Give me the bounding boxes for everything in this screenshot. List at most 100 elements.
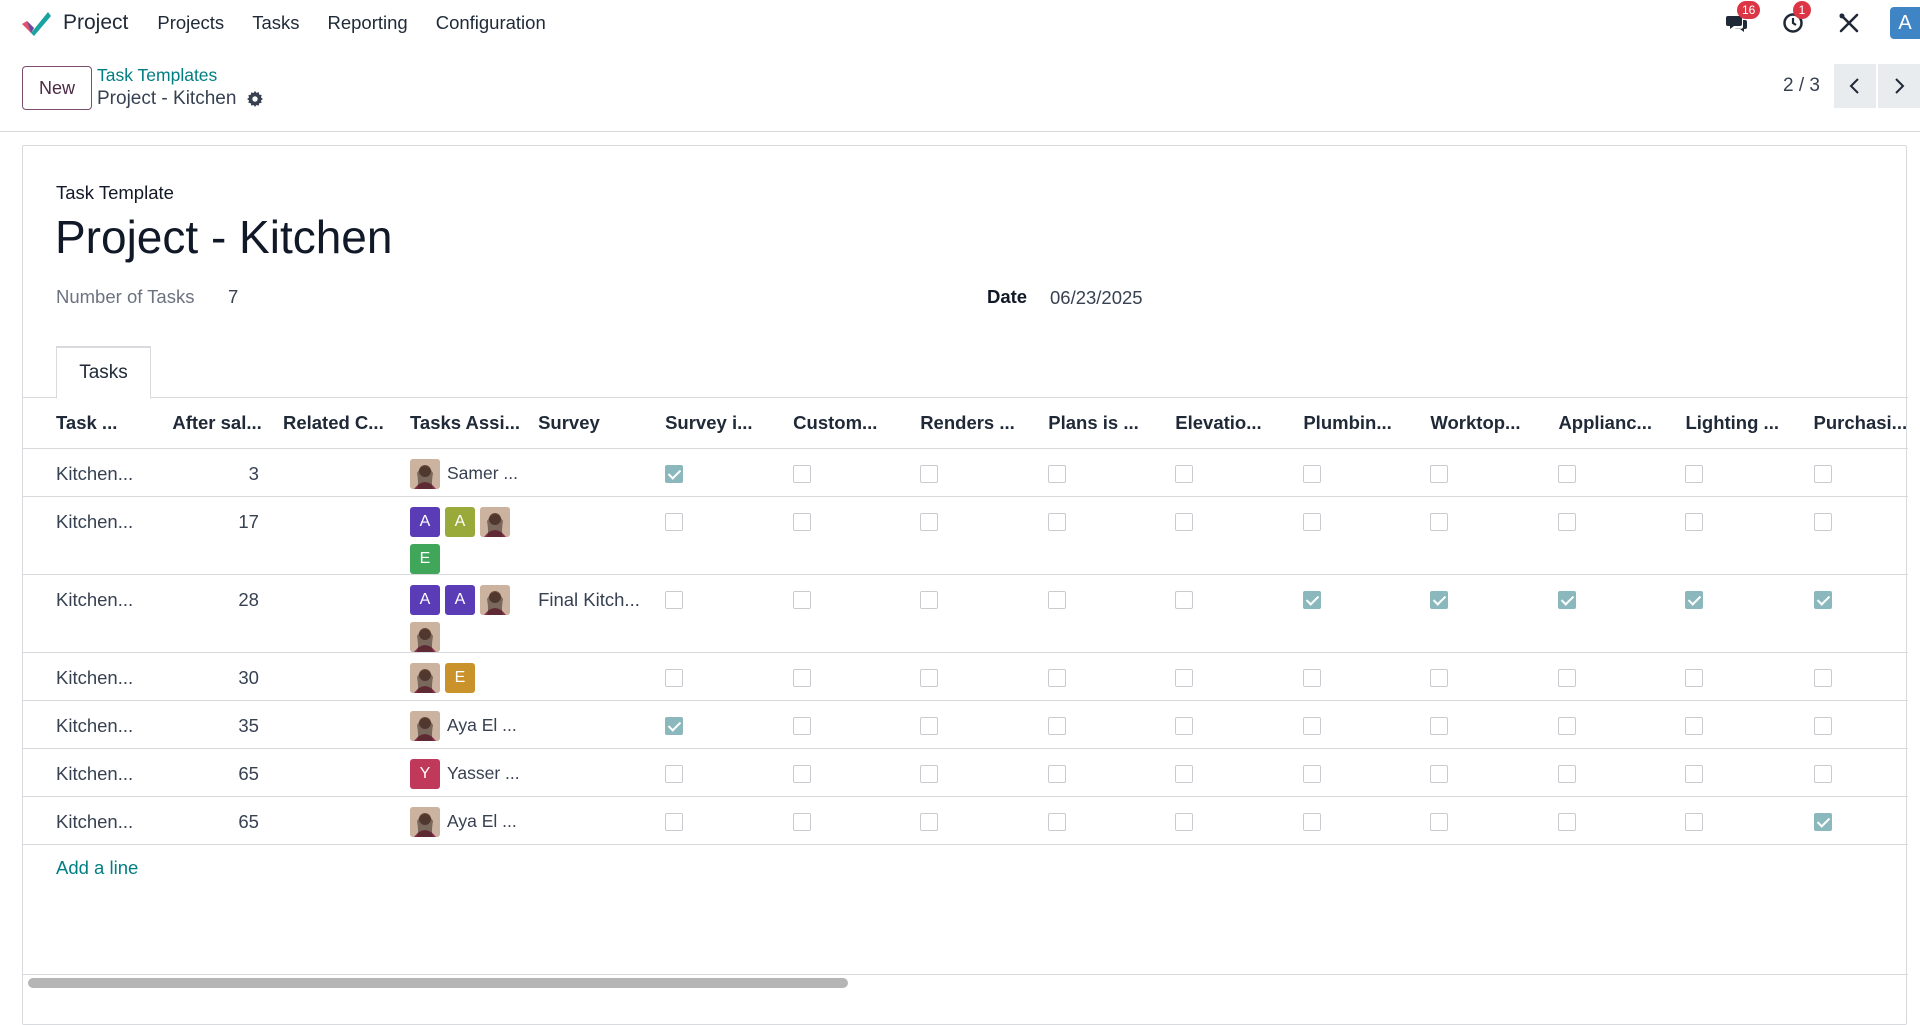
checkbox[interactable] — [1558, 764, 1577, 783]
survey-cell[interactable] — [528, 796, 656, 845]
checkbox-cell[interactable] — [1803, 796, 1908, 845]
checkbox[interactable] — [1430, 512, 1449, 531]
checkbox-cell[interactable] — [1548, 700, 1676, 749]
checkbox[interactable] — [1175, 464, 1194, 483]
checkbox-cell[interactable] — [1420, 700, 1549, 749]
checkbox-cell[interactable] — [1420, 574, 1549, 653]
checkbox[interactable] — [1048, 716, 1067, 735]
project-app-logo-icon[interactable] — [20, 8, 52, 38]
table-row[interactable]: Kitchen... 17 A A E — [23, 496, 1908, 575]
column-header[interactable]: Plans is ... — [1038, 398, 1166, 449]
checkbox[interactable] — [793, 512, 812, 531]
checkbox-cell[interactable] — [1165, 574, 1294, 653]
checkbox[interactable] — [1175, 668, 1194, 687]
column-header[interactable]: Tasks Assi... — [400, 398, 529, 449]
column-header[interactable]: Task ... — [23, 398, 163, 449]
assignees-cell[interactable]: Aya El ... — [400, 700, 529, 749]
checkbox[interactable] — [1558, 512, 1577, 531]
checkbox-cell[interactable] — [1420, 748, 1549, 797]
checkbox-checked[interactable] — [1430, 590, 1449, 609]
checkbox-cell[interactable] — [1038, 700, 1166, 749]
assignees-cell[interactable]: AAE — [400, 496, 529, 575]
column-header[interactable]: After sal... — [162, 398, 273, 449]
menu-configuration[interactable]: Configuration — [436, 12, 546, 34]
column-header[interactable]: Lighting ... — [1675, 398, 1804, 449]
checkbox[interactable] — [1303, 812, 1322, 831]
checkbox-cell[interactable] — [1038, 652, 1166, 701]
breadcrumb-task-templates-link[interactable]: Task Templates — [97, 65, 264, 86]
checkbox[interactable] — [793, 716, 812, 735]
pager-previous-button[interactable] — [1834, 64, 1876, 108]
checkbox[interactable] — [1685, 464, 1704, 483]
table-row[interactable]: Kitchen... 65 Y Yasser ... — [23, 748, 1908, 797]
column-header[interactable]: Renders ... — [910, 398, 1039, 449]
avatar[interactable] — [410, 710, 440, 741]
checkbox-cell[interactable] — [1548, 448, 1676, 497]
after-sale-cell[interactable]: 3 — [162, 448, 273, 497]
checkbox[interactable] — [1175, 512, 1194, 531]
survey-cell[interactable] — [528, 700, 656, 749]
related-cell[interactable] — [272, 496, 400, 575]
menu-reporting[interactable]: Reporting — [327, 12, 407, 34]
checkbox[interactable] — [793, 464, 812, 483]
checkbox[interactable] — [1685, 512, 1704, 531]
checkbox-cell[interactable] — [1420, 652, 1549, 701]
checkbox[interactable] — [665, 764, 684, 783]
checkbox[interactable] — [1303, 764, 1322, 783]
related-cell[interactable] — [272, 574, 400, 653]
checkbox-cell[interactable] — [1803, 448, 1908, 497]
checkbox-cell[interactable] — [1803, 496, 1908, 575]
avatar[interactable] — [410, 806, 440, 837]
checkbox-cell[interactable] — [783, 448, 911, 497]
checkbox[interactable] — [1685, 716, 1704, 735]
pager-value[interactable]: 2 / 3 — [1783, 75, 1820, 97]
checkbox[interactable] — [1303, 668, 1322, 687]
checkbox[interactable] — [1430, 764, 1449, 783]
checkbox[interactable] — [1048, 668, 1067, 687]
checkbox[interactable] — [920, 812, 939, 831]
tab-tasks[interactable]: Tasks — [56, 346, 151, 399]
page-title[interactable]: Project - Kitchen — [55, 210, 392, 264]
checkbox-checked[interactable] — [665, 716, 684, 735]
table-row[interactable]: Kitchen... 28 A A Final Kitch... — [23, 574, 1908, 653]
related-cell[interactable] — [272, 700, 400, 749]
checkbox[interactable] — [1303, 464, 1322, 483]
activities-button[interactable]: 1 — [1778, 1, 1811, 38]
after-sale-cell[interactable]: 65 — [162, 748, 273, 797]
avatar[interactable]: E — [410, 543, 440, 574]
checkbox-cell[interactable] — [910, 448, 1039, 497]
checkbox[interactable] — [1430, 464, 1449, 483]
checkbox-cell[interactable] — [783, 652, 911, 701]
avatar[interactable]: A — [410, 506, 440, 537]
column-header[interactable]: Survey — [528, 398, 656, 449]
checkbox[interactable] — [1303, 512, 1322, 531]
checkbox-cell[interactable] — [1675, 496, 1804, 575]
column-header[interactable]: Applianc... — [1548, 398, 1676, 449]
checkbox[interactable] — [1813, 512, 1832, 531]
checkbox-cell[interactable] — [1675, 574, 1804, 653]
checkbox-cell[interactable] — [1165, 496, 1294, 575]
checkbox-cell[interactable] — [1293, 700, 1421, 749]
app-name[interactable]: Project — [63, 11, 128, 35]
checkbox[interactable] — [1685, 764, 1704, 783]
checkbox-cell[interactable] — [1293, 796, 1421, 845]
checkbox-cell[interactable] — [1165, 652, 1294, 701]
checkbox[interactable] — [1303, 716, 1322, 735]
related-cell[interactable] — [272, 652, 400, 701]
debug-tools-button[interactable] — [1834, 8, 1864, 38]
assignees-cell[interactable]: E — [400, 652, 529, 701]
table-row[interactable]: Kitchen... 30 E — [23, 652, 1908, 701]
add-a-line-link[interactable]: Add a line — [56, 857, 138, 878]
checkbox-cell[interactable] — [655, 448, 784, 497]
after-sale-cell[interactable]: 35 — [162, 700, 273, 749]
avatar[interactable] — [410, 662, 440, 693]
column-header[interactable]: Plumbin... — [1293, 398, 1421, 449]
column-header[interactable]: Custom... — [783, 398, 911, 449]
checkbox-cell[interactable] — [1420, 448, 1549, 497]
column-header[interactable]: Worktop... — [1420, 398, 1549, 449]
related-cell[interactable] — [272, 748, 400, 797]
checkbox-cell[interactable] — [1038, 796, 1166, 845]
related-cell[interactable] — [272, 796, 400, 845]
user-avatar[interactable]: A — [1890, 7, 1920, 39]
menu-tasks[interactable]: Tasks — [252, 12, 299, 34]
